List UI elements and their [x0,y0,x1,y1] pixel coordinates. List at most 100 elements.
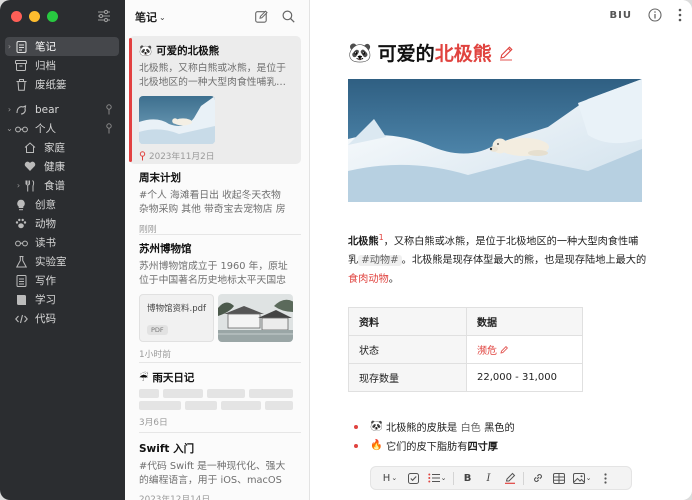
chevron-down-icon[interactable]: ⌄ [159,13,166,22]
sidebar-item-label: 学习 [35,294,56,306]
table-row: 现存数量 22,000 - 31,000 [348,363,583,392]
sidebar-item-recipes[interactable]: › 食谱 [5,176,119,195]
sidebar-item-personal[interactable]: ⌄ 个人 [5,119,119,138]
note-title: 雨天日记 [152,372,195,384]
sidebar-item-animals[interactable]: 动物 [5,214,119,233]
info-icon[interactable] [648,8,662,22]
museum-thumbnail[interactable] [218,294,293,342]
sidebar-item-family[interactable]: 家庭 [5,138,119,157]
text-format-button[interactable]: BIU [610,10,632,21]
sidebar-item-writing[interactable]: 写作 [5,271,119,290]
attachment-type-badge: PDF [147,325,168,335]
checkbox-button[interactable] [403,468,424,488]
list-item[interactable]: ☔ 雨天日记 3月6日 [129,370,301,428]
zoom-window-button[interactable] [47,11,58,22]
heading-highlight: 北极熊 [434,43,492,65]
attachment-name: 博物馆资料.pdf [147,304,206,314]
note-divider [139,234,301,235]
list-item[interactable]: 苏州博物馆 苏州博物馆成立于 1960 年，原址位于中国著名历史地标太平天国忠王… [129,241,301,360]
doc-icon [14,274,28,288]
table-icon [552,472,565,484]
chevron-right-icon[interactable]: › [14,181,23,190]
bold-button[interactable]: B [457,468,478,488]
note-list-header: 笔记 ⌄ [125,0,309,34]
sidebar-item-health[interactable]: 健康 [5,157,119,176]
chevron-down-icon[interactable]: ⌄ [5,124,14,133]
note-title: Swift 入门 [139,443,195,455]
table-button[interactable] [548,468,569,488]
highlight-button[interactable] [499,468,520,488]
list-item[interactable]: 🐼 可爱的北极熊 北极熊，又称白熊或冰熊，是位于北极地区的一种大型肉食性哺乳… 2… [129,36,301,164]
sidebar-item-trash[interactable]: 废纸篓 [5,75,119,94]
table-cell: 22,000 - 31,000 [466,363,583,392]
chevron-right-icon[interactable]: › [5,105,14,114]
note-heading[interactable]: 🐼 可爱的北极熊 [348,39,514,66]
sidebar-item-archive[interactable]: 归档 [5,56,119,75]
note-preview: #个人 海滩看日出 收起冬天衣物 杂物采购 其他 带奇宝去宠物店 房屋… [139,190,286,215]
italic-button[interactable]: I [478,468,499,488]
paragraph-text: 。北极熊是现存体型最大的熊，也是现存陆地上最大的 [401,255,647,267]
sidebar-item-label: 废纸篓 [35,79,67,91]
sidebar-item-code[interactable]: 代码 [5,309,119,328]
close-window-button[interactable] [11,11,22,22]
sidebar-item-study[interactable]: 学习 [5,290,119,309]
search-icon[interactable] [282,10,295,23]
panda-emoji: 🐼 [139,45,153,57]
table-cell: 状态 [348,335,467,364]
italic-label: I [486,472,491,484]
bullet-muted-text: 白色 [460,423,481,434]
sidebar-item-notes[interactable]: › 笔记 [5,37,119,56]
note-preview: 苏州博物馆成立于 1960 年，原址位于中国著名历史地标太平天国忠王… [139,261,288,286]
highlighter-icon [504,472,515,484]
minimize-window-button[interactable] [29,11,40,22]
bullet-text: 北极熊的皮肤是 [385,423,458,434]
pin-icon [106,123,112,134]
list-style-button[interactable]: ⌄ [424,468,450,488]
more-button[interactable] [595,468,616,488]
sidebar-item-bear[interactable]: › bear [5,100,119,119]
sliders-icon[interactable] [97,9,111,23]
info-table[interactable]: 资料 数据 状态 濒危 现存数量 22,000 - 31,000 [348,307,583,392]
attachment-button[interactable]: ⌄ [569,468,595,488]
list-title[interactable]: 笔记 [135,9,157,25]
bullet-dot [354,443,358,448]
sidebar-item-label: 动物 [35,218,56,230]
list-item[interactable]: Swift 入门 #代码 Swift 是一种现代化、强大的编程语言，用于 iOS… [129,441,301,500]
link-button[interactable] [527,468,548,488]
chevron-right-icon[interactable]: › [5,42,14,51]
list-item[interactable]: 周末计划 #个人 海滩看日出 收起冬天衣物 杂物采购 其他 带奇宝去宠物店 房屋… [129,170,301,235]
sidebar-item-label: 健康 [44,161,65,173]
fork-icon [23,179,37,193]
panda-emoji: 🐼 [348,42,372,64]
trash-icon [14,78,28,92]
flask-icon [14,255,28,269]
polar-bear-image[interactable] [348,79,642,202]
note-list: 笔记 ⌄ 🐼 可爱的北极熊 北极熊，又称白熊或冰熊，是位于北极地区的一种大型肉食性… [125,0,310,500]
heading-label: H [382,472,391,484]
app-window: › 笔记 归档 废纸篓 › bear ⌄ 个人 家庭 健康 › 食谱 创意 动物… [0,0,692,500]
note-preview: #代码 Swift 是一种现代化、强大的编程语言，用于 iOS、macOS 等… [139,461,286,486]
sidebar-item-reading[interactable]: 读书 [5,233,119,252]
code-icon [14,312,28,326]
bold-label: B [463,472,472,484]
bear-icon [14,103,28,117]
heading-button[interactable]: H ⌄ [377,468,403,488]
sidebar-item-label: 食谱 [44,180,65,192]
highlighted-text: 食肉动物 [348,274,389,286]
panda-emoji: 🐼 [370,421,383,432]
sidebar-item-ideas[interactable]: 创意 [5,195,119,214]
hashtag[interactable]: #动物# [358,255,402,267]
sidebar-item-label: 写作 [35,275,56,287]
sidebar-item-lab[interactable]: 实验室 [5,252,119,271]
note-icon [14,40,28,54]
note-paragraph[interactable]: 北极熊1，又称白熊或冰熊，是位于北极地区的一种大型肉食性哺乳 #动物# 。北极熊是现… [348,228,648,289]
checkbox-icon [408,472,419,484]
note-title: 苏州博物馆 [139,243,192,255]
note-date: 3月6日 [139,418,168,428]
note-divider [139,362,301,363]
pdf-attachment[interactable]: 博物馆资料.pdf PDF [139,294,215,342]
compose-icon[interactable] [255,10,268,23]
bulb-icon [14,198,28,212]
bullet-list[interactable]: 🐼 北极熊的皮肤是 白色 黑色的 🔥 它们的皮下脂肪有 四寸厚 [354,417,515,455]
more-vertical-icon[interactable] [678,8,682,22]
